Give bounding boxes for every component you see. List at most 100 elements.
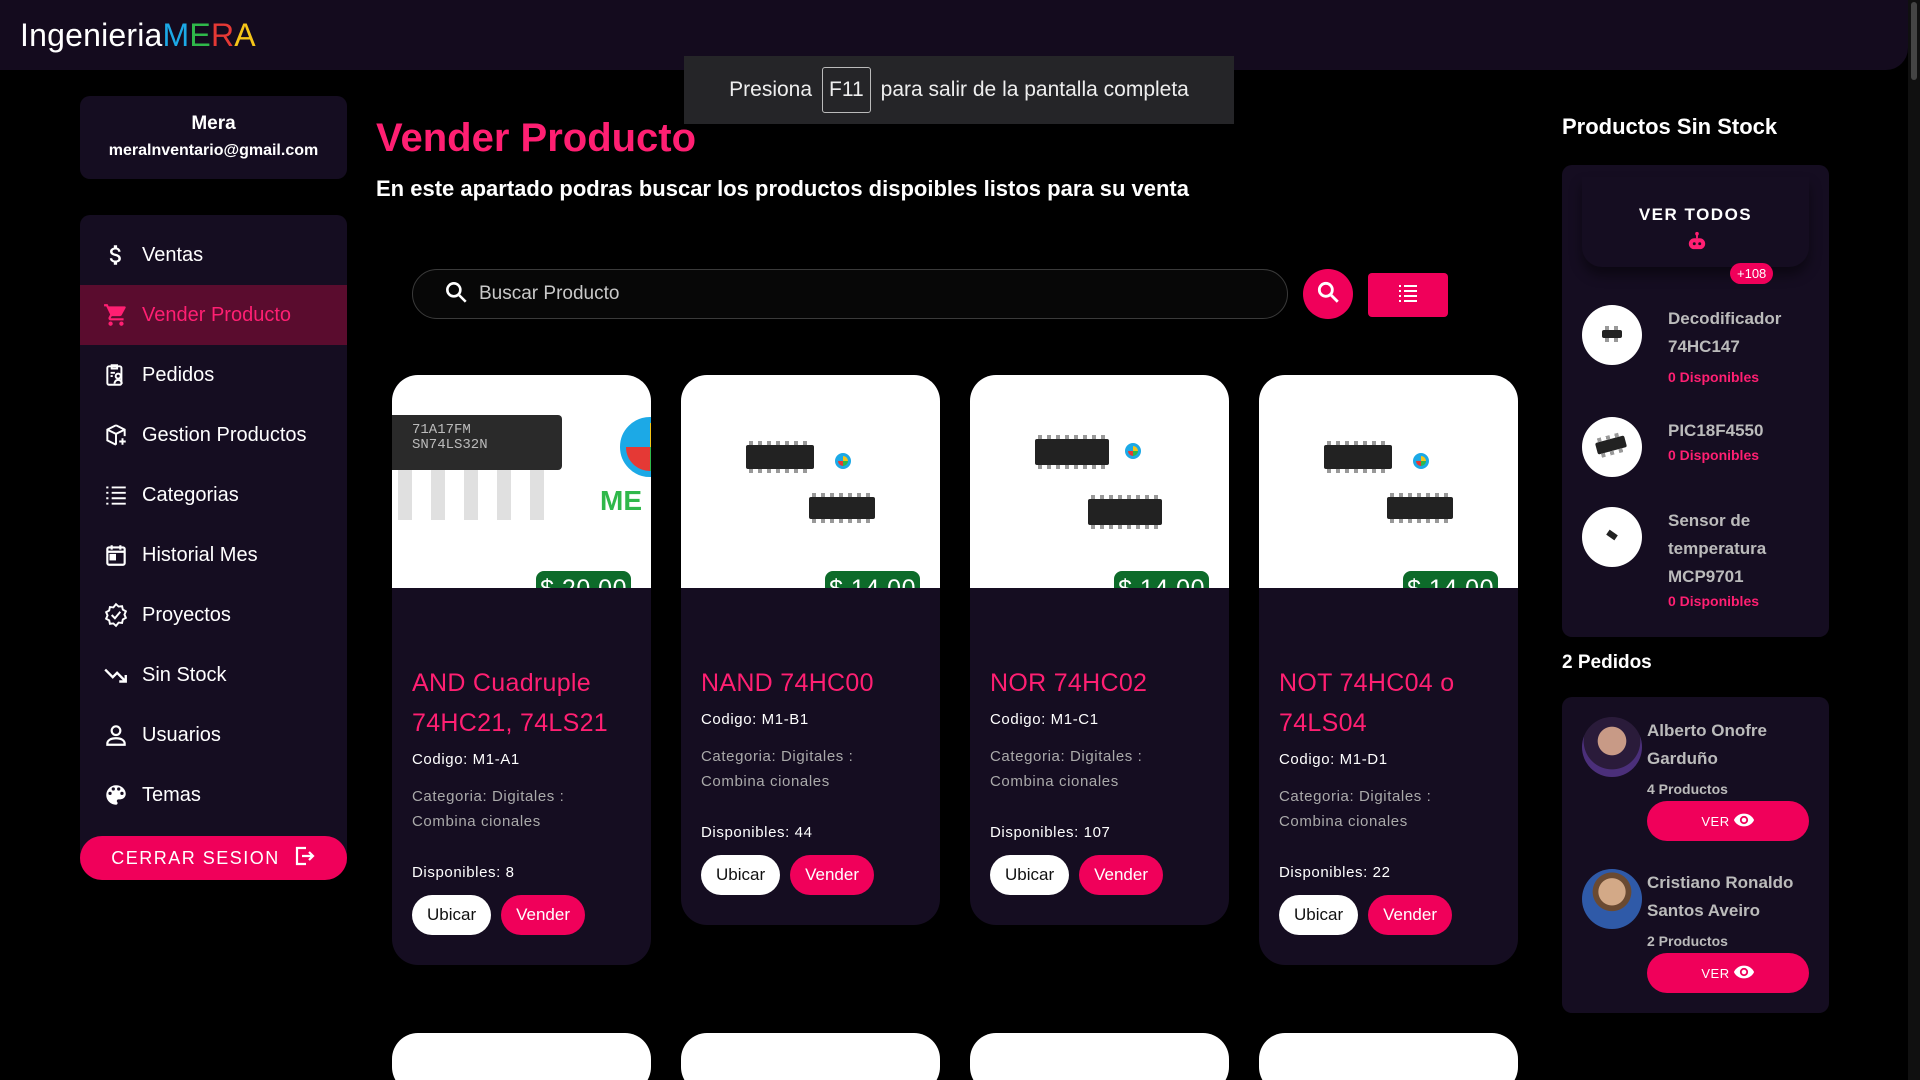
user-email: meralnventario@gmail.com [108,142,319,159]
search-icon [1315,279,1341,310]
mera-logo [620,417,651,477]
out-of-stock-panel: VER TODOS +108 Decodificador 74HC147 0 D… [1562,165,1829,637]
product-card-partial [681,1033,940,1080]
ver-label: VER [1701,813,1730,829]
ubicar-button[interactable]: Ubicar [701,855,781,895]
sidebar-item-gestion-productos[interactable]: Gestion Productos [80,405,347,465]
list-view-button[interactable] [1368,273,1448,317]
sidebar-item-usuarios[interactable]: Usuarios [80,705,347,765]
ver-order-button[interactable]: VER [1647,801,1809,841]
search-button[interactable] [1303,269,1353,319]
out-of-stock-name: Sensor de temperatura MCP9701 [1668,511,1767,586]
ver-todos-button[interactable]: VER TODOS +108 [1582,177,1809,284]
product-body: AND Cuadruple 74HC21, 74LS21 Codigo: M1-… [392,588,651,965]
vender-button[interactable]: Vender [1368,895,1453,935]
chip-graphic [1088,495,1162,529]
robot-icon [1686,231,1708,256]
sidebar-item-pedidos[interactable]: Pedidos [80,345,347,405]
order-customer-name: Cristiano Ronaldo Santos Aveiro [1647,873,1794,920]
logout-button[interactable]: CERRAR SESION [80,836,347,880]
sidebar-item-label: Usuarios [142,723,221,746]
product-category: Categoria: Digitales : Combina cionales [1279,788,1432,830]
ubicar-button[interactable]: Ubicar [990,855,1070,895]
search-icon [443,279,469,310]
ubicar-button[interactable]: Ubicar [412,895,492,935]
eye-icon [1733,964,1755,983]
logout-icon [292,844,316,873]
ubicar-button[interactable]: Ubicar [1279,895,1359,935]
scrollbar-thumb[interactable] [1911,2,1917,80]
sidebar-item-vender-producto[interactable]: Vender Producto [80,285,347,345]
brand-logo[interactable]: IngenieriaMERA [20,17,256,54]
product-body: NOT 74HC04 o 74LS04 Codigo: M1-D1 Catego… [1259,588,1518,965]
sidebar-item-historial-mes[interactable]: Historial Mes [80,525,347,585]
mera-logo [826,453,858,483]
out-of-stock-qty: 0 Disponibles [1668,447,1760,463]
user-name: Mera [191,113,236,134]
sidebar-item-categorias[interactable]: Categorias [80,465,347,525]
product-code: Codigo: M1-A1 [412,751,520,768]
product-thumbnail [1582,417,1642,477]
out-of-stock-qty: 0 Disponibles [1668,593,1760,609]
product-code: Codigo: M1-B1 [701,711,809,728]
price-badge: $ 14.00 [1403,571,1498,588]
out-of-stock-name: Decodificador 74HC147 [1668,309,1782,356]
f11-key: F11 [822,67,871,113]
sidebar-item-ventas[interactable]: Ventas [80,225,347,285]
product-card-partial [1259,1033,1518,1080]
product-image: 71A17FM SN74LS32N ME $ 20.00 [392,375,651,588]
chip-pins [392,470,562,520]
sidebar-item-sin-stock[interactable]: Sin Stock [80,645,347,705]
vender-button[interactable]: Vender [1079,855,1164,895]
product-category: Categoria: Digitales : Combina cionales [990,748,1143,790]
ver-label: VER [1701,965,1730,981]
vender-button[interactable]: Vender [501,895,586,935]
product-image: $ 14.00 [970,375,1229,588]
trending-down-icon [102,661,130,689]
chip-graphic [1387,493,1453,523]
product-code: Codigo: M1-C1 [990,711,1099,728]
brand-prefix: Ingenieria [20,17,163,53]
chip-graphic [809,493,875,523]
product-available: Disponibles: 22 [1279,864,1391,881]
avatar [1582,869,1642,929]
ver-order-button[interactable]: VER [1647,953,1809,993]
product-card: $ 14.00 NOT 74HC04 o 74LS04 Codigo: M1-D… [1259,375,1518,965]
product-available: Disponibles: 8 [412,864,515,881]
calendar-icon [102,541,130,569]
fullscreen-notice-after: para salir de la pantalla completa [880,78,1189,101]
product-body: NAND 74HC00 Codigo: M1-B1 Categoria: Dig… [681,588,940,925]
mera-logo [1116,443,1148,473]
page-subtitle: En este apartado podras buscar los produ… [376,176,1189,201]
out-of-stock-name: PIC18F4550 [1668,421,1764,440]
page-scrollbar[interactable] [1908,0,1920,1080]
brand-letter-e: E [189,17,211,53]
box-add-icon [102,421,130,449]
product-thumbnail [1582,507,1642,567]
orders-title: 2 Pedidos [1562,652,1652,673]
product-card-partial [392,1033,651,1080]
product-image: $ 14.00 [681,375,940,588]
mera-logo-text: ME [600,485,642,516]
sidebar-item-temas[interactable]: Temas [80,765,347,825]
chip-graphic [1324,441,1392,473]
product-thumbnail [1582,305,1642,365]
product-card: $ 14.00 NOR 74HC02 Codigo: M1-C1 Categor… [970,375,1229,925]
user-card: Mera meralnventario@gmail.com [80,96,347,179]
product-available: Disponibles: 44 [701,824,813,841]
fullscreen-notice: Presiona F11 para salir de la pantalla c… [684,56,1234,124]
product-code: Codigo: M1-D1 [1279,751,1388,768]
sidebar-item-label: Proyectos [142,603,231,626]
out-of-stock-qty: 0 Disponibles [1668,369,1760,385]
chip-graphic [746,441,814,473]
sidebar-menu: Ventas Vender Producto Pedidos Gestion P… [80,215,347,871]
order-customer-name: Alberto Onofre Garduño [1647,721,1767,768]
sidebar-item-label: Temas [142,783,201,806]
product-body: NOR 74HC02 Codigo: M1-C1 Categoria: Digi… [970,588,1229,925]
eye-icon [1733,812,1755,831]
verified-badge-icon [102,601,130,629]
search-input[interactable] [479,283,1239,305]
sidebar-item-proyectos[interactable]: Proyectos [80,585,347,645]
product-image: $ 14.00 [1259,375,1518,588]
vender-button[interactable]: Vender [790,855,875,895]
